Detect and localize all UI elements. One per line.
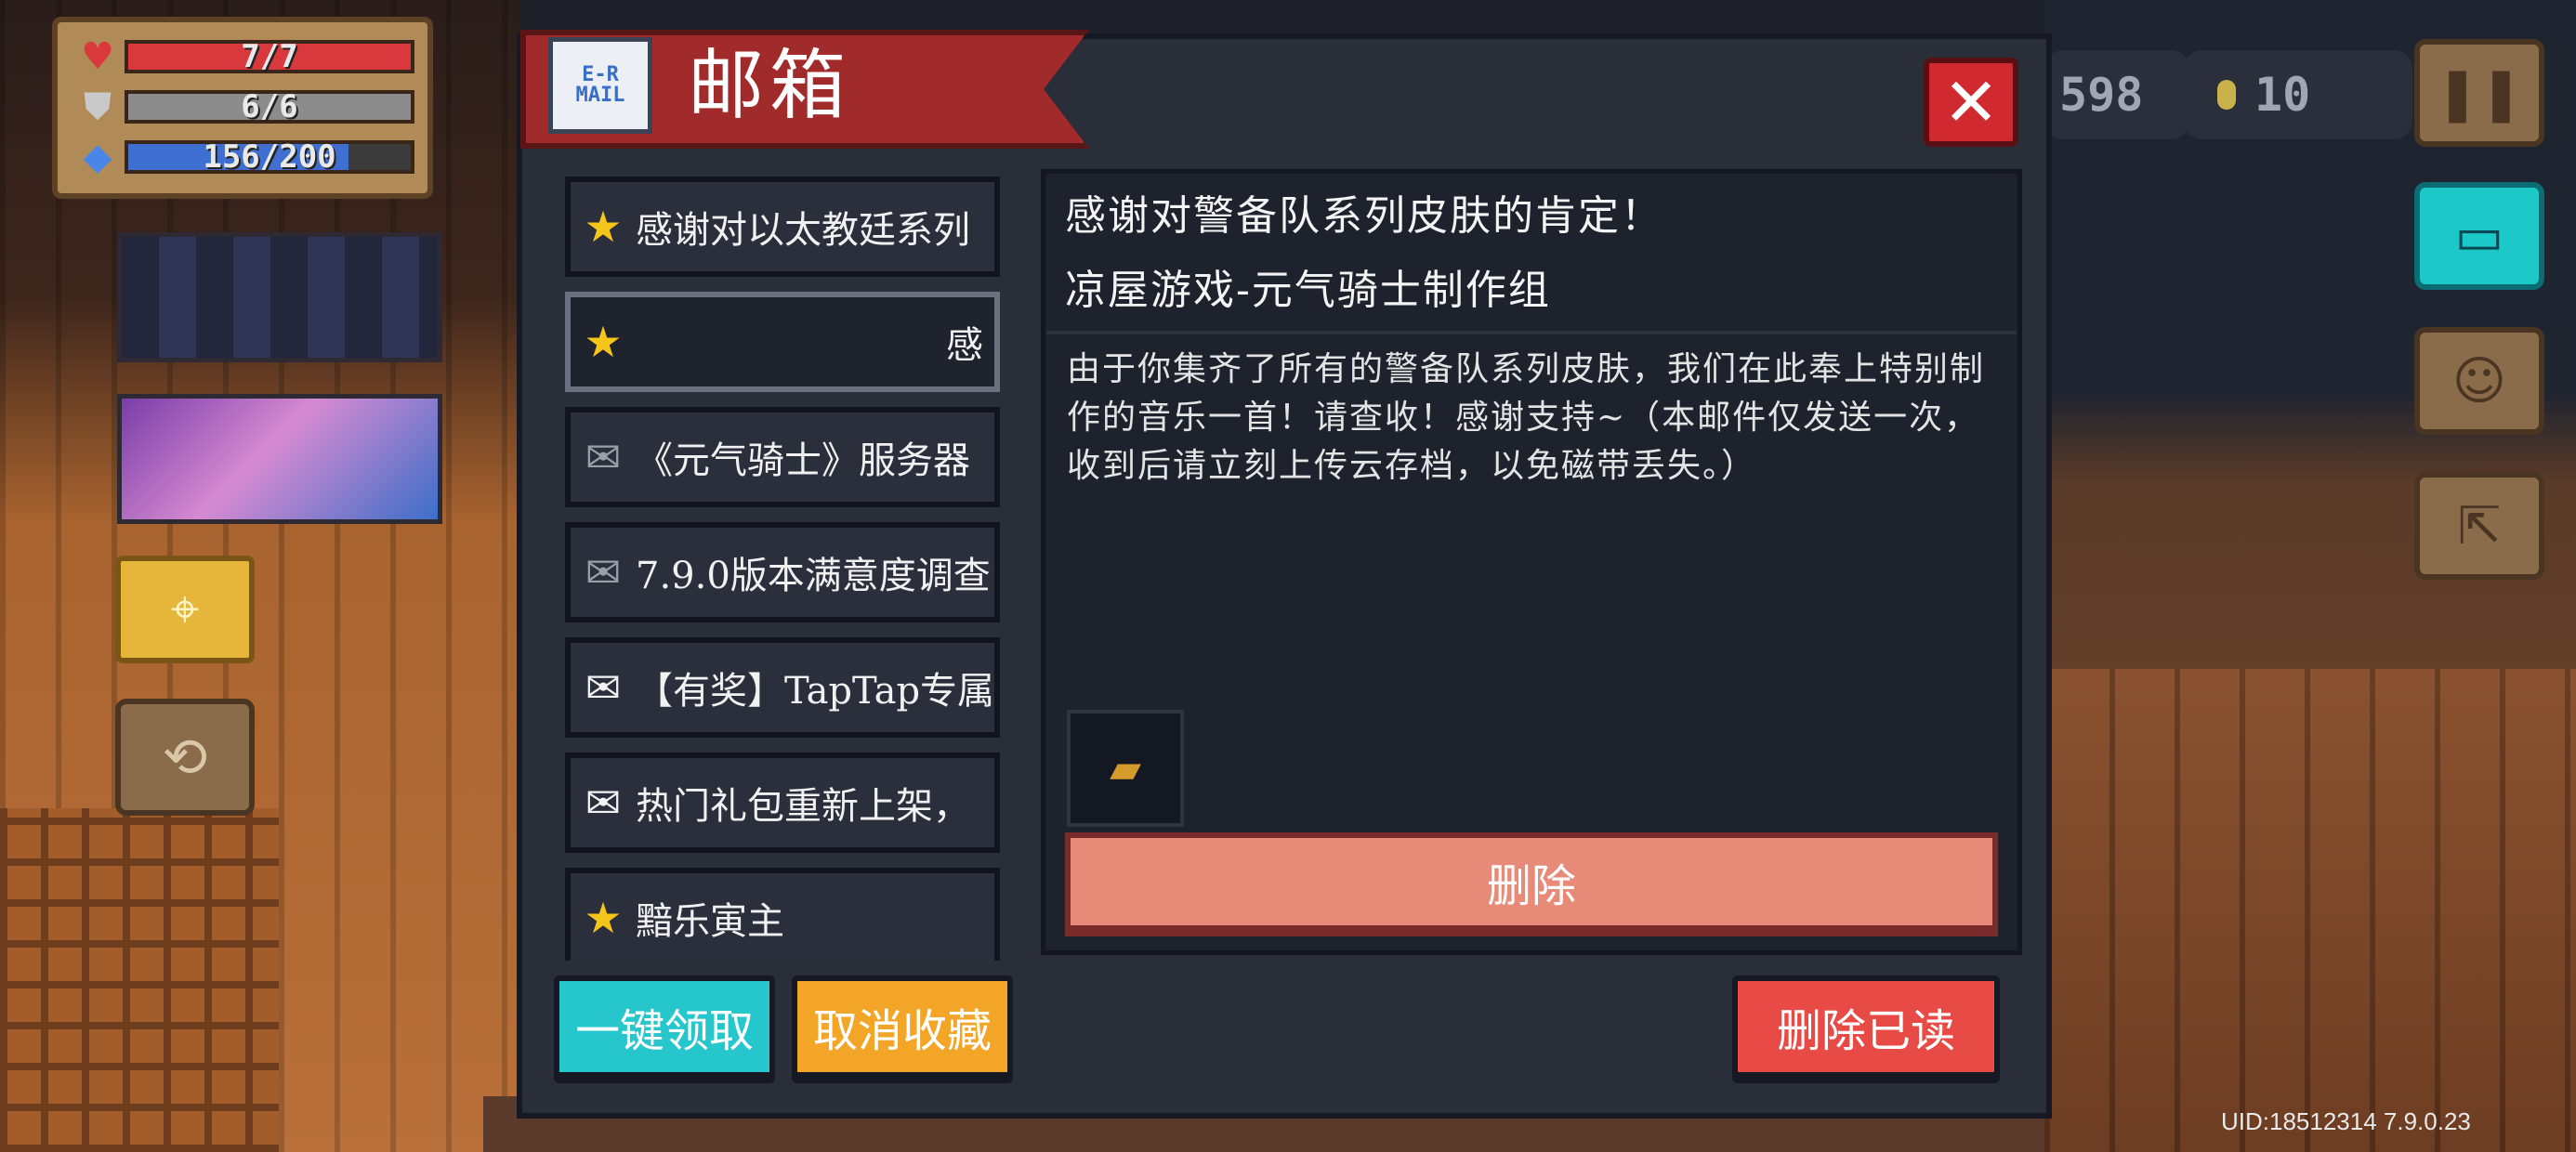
mail-item-4[interactable]: ✉ 【有奖】TapTap专属 <box>565 637 1000 738</box>
mail-item-6[interactable]: ★ 黯乐寅主 <box>565 868 1000 961</box>
energy-row: ◆ 156/200 <box>71 132 414 182</box>
armor-text: 6/6 <box>241 88 298 125</box>
mail-item-3[interactable]: ✉ 7.9.0版本满意度调查 <box>565 522 1000 622</box>
swap-button[interactable]: ⟲ <box>115 699 255 816</box>
mail-subject: 感 <box>946 324 983 367</box>
mail-list[interactable]: ★ 感谢对以太教廷系列 ★ 感 ✉ 《元气骑士》服务器 ✉ 7.9.0版本满意度… <box>554 169 1005 961</box>
mail-subject: 感谢对以太教廷系列 <box>636 209 970 252</box>
floor-planks <box>2044 669 2576 1152</box>
uid-version-label: UID:18512314 7.9.0.23 <box>2221 1107 2471 1135</box>
mailbox-title: 邮箱 <box>688 42 852 130</box>
mail-title: 感谢对警备队系列皮肤的肯定！ <box>1065 192 1663 240</box>
open-envelope-icon: ✉ <box>585 432 622 482</box>
energy-text: 156/200 <box>203 138 336 176</box>
unfavorite-button[interactable]: 取消收藏 <box>792 975 1013 1083</box>
gem-count: 598 <box>2059 68 2144 122</box>
delete-button[interactable]: 删除 <box>1065 832 1998 936</box>
mail-item-2[interactable]: ✉ 《元气骑士》服务器 <box>565 407 1000 507</box>
heart-icon: ♥ <box>81 35 114 78</box>
mail-subject: 热门礼包重新上架， <box>636 785 970 828</box>
profile-button[interactable]: ☺ <box>2414 327 2544 435</box>
star-icon: ★ <box>584 317 623 367</box>
star-icon: ★ <box>584 893 623 943</box>
mail-icon: E-R MAIL <box>548 37 652 134</box>
swap-icon: ⟲ <box>162 726 208 789</box>
pause-button[interactable]: ❚❚ <box>2414 39 2544 147</box>
mail-item-5[interactable]: ✉ 热门礼包重新上架， <box>565 753 1000 853</box>
shield-icon: ⛊ <box>84 85 112 128</box>
energy-bar: 156/200 <box>125 138 414 176</box>
star-icon: ★ <box>584 202 623 252</box>
shop-icon: ▭ <box>2454 205 2504 267</box>
claim-all-button[interactable]: 一键领取 <box>554 975 775 1083</box>
health-text: 7/7 <box>241 38 298 75</box>
mail-sender: 凉屋游戏-元气骑士制作组 <box>1065 267 1551 314</box>
coin-counter: 10 <box>2184 50 2412 139</box>
envelope-icon: ✉ <box>585 662 622 713</box>
player-stats-panel: ♥ 7/7 ⛊ 6/6 ◆ 156/200 <box>52 17 433 199</box>
mail-item-1[interactable]: ★ 感 <box>565 292 1000 392</box>
pause-icon: ❚❚ <box>2436 62 2523 124</box>
cassette-tape-icon: ▰ <box>1110 744 1141 792</box>
profile-icon: ☺ <box>2451 350 2507 412</box>
delete-read-button[interactable]: 删除已读 <box>1732 975 2000 1083</box>
minimap-thumbnail[interactable] <box>117 232 442 362</box>
share-button[interactable]: ⇱ <box>2414 472 2544 580</box>
envelope-icon: ✉ <box>585 778 622 828</box>
armor-bar: 6/6 <box>125 88 414 125</box>
mail-subject: 【有奖】TapTap专属 <box>636 670 994 713</box>
mail-subject: 黯乐寅主 <box>636 900 784 943</box>
mail-body: 由于你集齐了所有的警备队系列皮肤，我们在此奉上特别制作的音乐一首！请查收！感谢支… <box>1067 350 1986 485</box>
map-pin-button[interactable]: ⌖ <box>115 556 255 663</box>
mail-subject: 《元气骑士》服务器 <box>636 439 970 482</box>
open-envelope-icon: ✉ <box>585 547 622 597</box>
armor-row: ⛊ 6/6 <box>71 82 414 132</box>
close-button[interactable]: ✕ <box>1924 58 2018 147</box>
diamond-icon: ◆ <box>83 136 112 178</box>
mail-subject: 7.9.0版本满意度调查 <box>636 555 991 597</box>
divider <box>1046 331 2017 334</box>
mail-item-0[interactable]: ★ 感谢对以太教廷系列 <box>565 177 1000 277</box>
coin-count: 10 <box>2254 68 2311 122</box>
coin-icon <box>2217 80 2236 110</box>
attachment-slot[interactable]: ▰ <box>1067 710 1184 827</box>
shop-button[interactable]: ▭ <box>2414 182 2544 290</box>
event-banner-thumbnail[interactable] <box>117 394 442 524</box>
health-bar: 7/7 <box>125 38 414 75</box>
close-icon: ✕ <box>1942 63 2000 141</box>
gem-counter: 598 <box>2044 50 2189 139</box>
health-row: ♥ 7/7 <box>71 32 414 82</box>
share-icon: ⇱ <box>2457 495 2502 556</box>
floor-grid <box>0 808 279 1152</box>
map-pin-icon: ⌖ <box>170 580 200 638</box>
